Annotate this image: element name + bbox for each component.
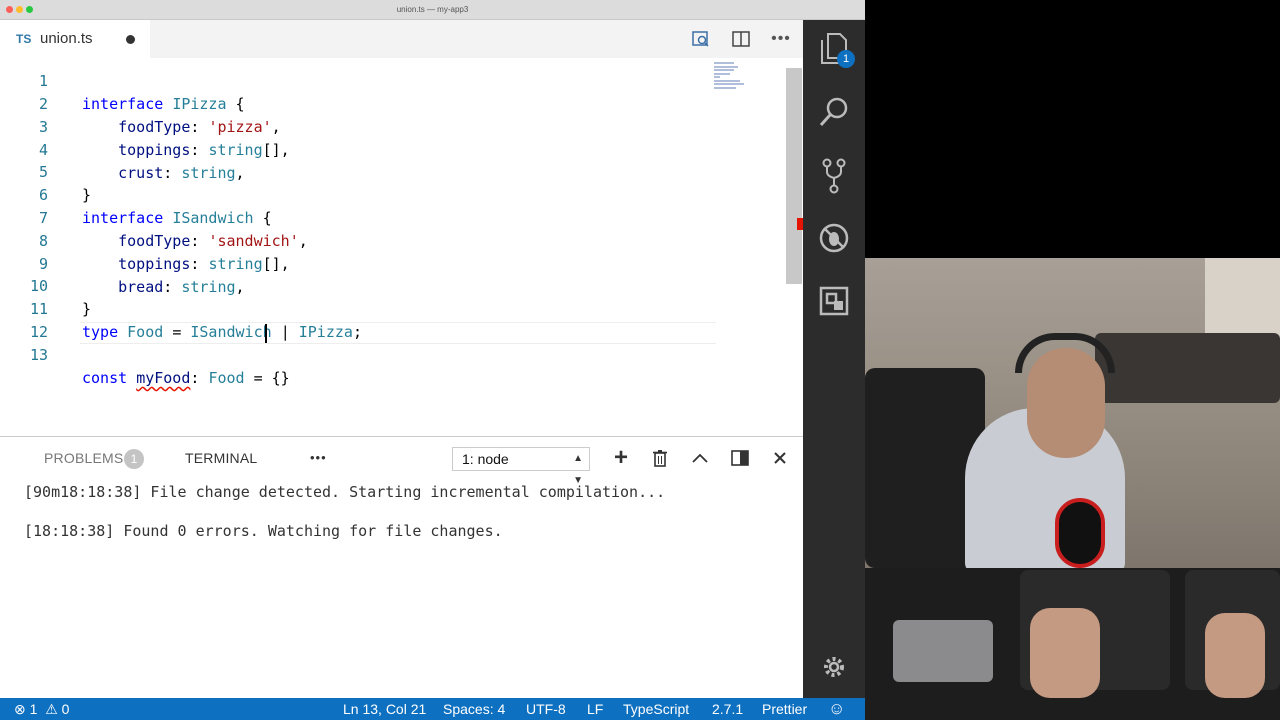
error-count: 1 (29, 701, 38, 717)
smiley-icon[interactable]: ☺ (828, 699, 845, 719)
cursor-position[interactable]: Ln 13, Col 21 (343, 701, 426, 717)
webcam-room-background (865, 258, 1280, 573)
webcam-overlay (865, 258, 1280, 720)
indentation-status[interactable]: Spaces: 4 (443, 701, 505, 717)
chevron-up-icon[interactable] (689, 447, 711, 469)
debug-icon[interactable] (803, 222, 865, 254)
terminal-select-value: 1: node (462, 451, 509, 467)
open-preview-icon[interactable] (690, 28, 712, 50)
minimap[interactable] (714, 62, 750, 90)
left-hand (1030, 608, 1100, 698)
tab-union-ts[interactable]: TS union.ts (0, 20, 150, 58)
warning-icon: ⚠ (41, 701, 58, 717)
code-line: 11 type Food = ISandwich | IPizza; (29, 300, 362, 341)
code-line: 6 interface ISandwich { (38, 186, 272, 227)
tab-problems[interactable]: PROBLEMS (44, 450, 123, 466)
split-editor-icon[interactable] (730, 28, 752, 50)
window-title: union.ts — my-app3 (396, 5, 469, 14)
code-line: 4 crust: string, (38, 141, 245, 182)
code-line: 7 foodType: 'sandwich', (38, 209, 308, 250)
panel-more-icon[interactable]: ••• (310, 450, 327, 465)
window-titlebar: union.ts — my-app3 (0, 0, 865, 20)
terminal-select[interactable]: 1: node ▲ ▼ (452, 447, 590, 486)
tab-terminal[interactable]: TERMINAL (185, 450, 257, 466)
extensions-icon[interactable] (803, 286, 865, 316)
prettier-status[interactable]: Prettier (762, 701, 807, 717)
toggle-panel-position-icon[interactable] (729, 447, 751, 469)
more-actions-icon[interactable]: ••• (770, 28, 792, 50)
new-terminal-icon[interactable]: + (610, 444, 632, 471)
error-icon: ⊗ (14, 701, 26, 717)
typescript-version[interactable]: 2.7.1 (712, 701, 743, 717)
unsaved-dot-icon[interactable] (126, 35, 135, 44)
code-editor[interactable]: 1 interface IPizza { 2 foodType: 'pizza'… (0, 58, 803, 436)
panel-header: PROBLEMS 1 TERMINAL ••• 1: node ▲ ▼ + (0, 437, 803, 486)
webcam-desk (865, 568, 1280, 720)
activity-bar: 1 (803, 20, 865, 698)
warning-count: 0 (61, 701, 70, 717)
code-line: 5 } (38, 163, 92, 204)
status-bar: ⊗ 1 ⚠ 0 Ln 13, Col 21 Spaces: 4 UTF-8 LF… (0, 698, 865, 720)
encoding-status[interactable]: UTF-8 (526, 701, 566, 717)
settings-gear-icon[interactable] (803, 654, 865, 680)
terminal-line: [18:18:38] Found 0 errors. Watching for … (24, 522, 503, 540)
eol-status[interactable]: LF (587, 701, 603, 717)
explorer-icon[interactable] (803, 32, 865, 64)
code-line: 3 toppings: string[], (38, 118, 290, 159)
code-line: 1 interface IPizza { (38, 72, 245, 113)
editor-tab-bar: TS union.ts ••• (0, 20, 803, 58)
microphone (1055, 498, 1105, 568)
language-mode[interactable]: TypeScript (623, 701, 689, 717)
text-cursor (265, 324, 267, 343)
code-line: 9 bread: string, (38, 255, 245, 296)
couch (1095, 333, 1280, 403)
explorer-badge: 1 (837, 50, 855, 68)
bottom-panel: PROBLEMS 1 TERMINAL ••• 1: node ▲ ▼ + [90… (0, 436, 820, 698)
code-line: 13 const myFood: Food = {} (29, 346, 290, 387)
code-line: 8 toppings: string[], (38, 232, 290, 273)
problems-count-badge: 1 (124, 449, 144, 469)
editor-scrollbar[interactable] (786, 68, 802, 284)
source-control-icon[interactable] (803, 158, 865, 194)
code-line: 2 foodType: 'pizza', (38, 95, 281, 136)
code-line: 10 } (29, 277, 92, 318)
typescript-file-icon: TS (16, 32, 32, 46)
close-panel-icon[interactable] (769, 447, 791, 469)
search-icon[interactable] (803, 96, 865, 128)
right-hand (1205, 613, 1265, 698)
problems-status[interactable]: ⊗ 1 ⚠ 0 (14, 701, 69, 718)
trackpad (893, 620, 993, 682)
code-line: 12 (29, 323, 48, 341)
trash-icon[interactable] (649, 447, 671, 469)
tab-filename: union.ts (40, 30, 93, 47)
terminal-line: [90m18:18:38] File change detected. Star… (24, 483, 666, 501)
